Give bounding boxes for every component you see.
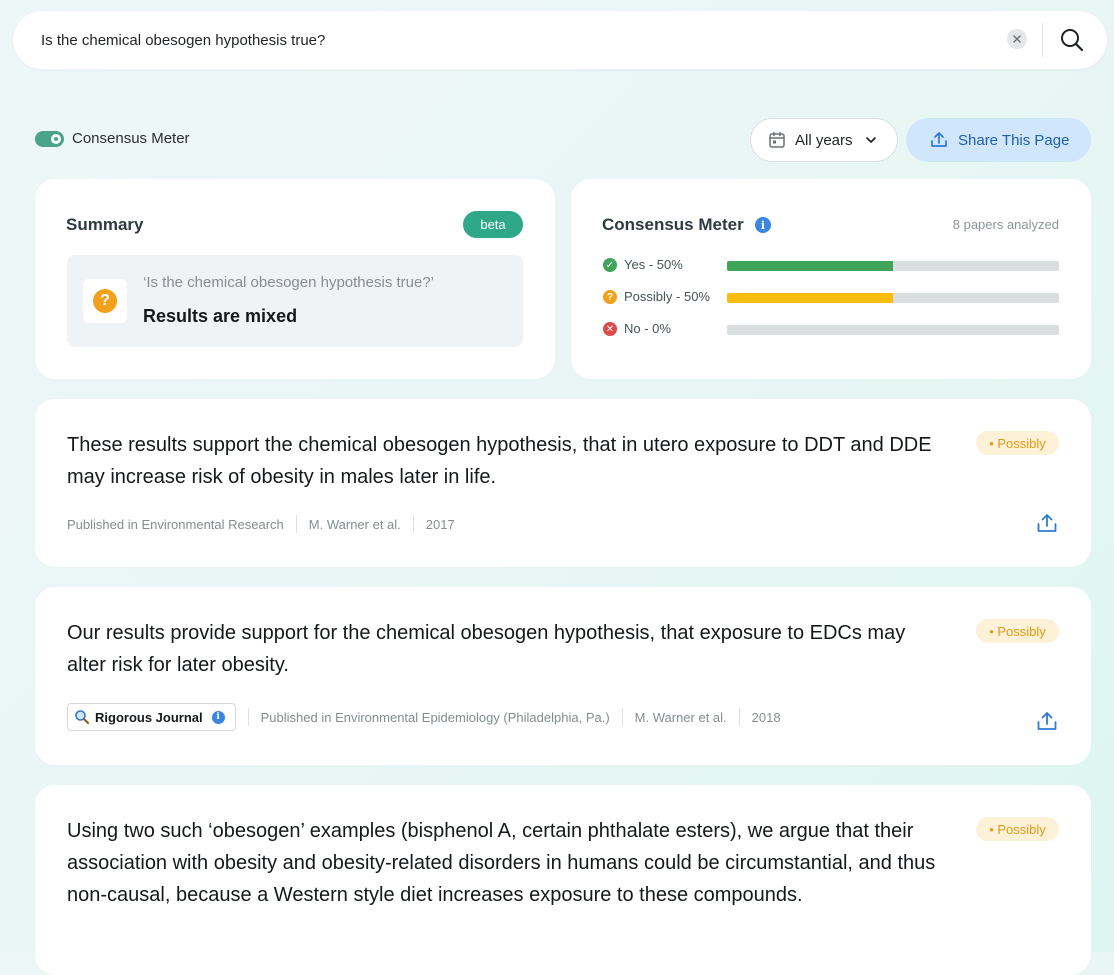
chevron-down-icon [865,137,876,143]
summary-card: Summary beta ? ‘Is the chemical obesogen… [35,179,555,379]
meter-row-yes: ✓ Yes - 50% [603,257,1059,273]
consensus-meter-toggle-row: Consensus Meter [35,130,190,147]
check-icon: ✓ [603,258,617,272]
summary-result: Results are mixed [143,306,298,326]
question-icon: ? [93,289,117,313]
meter-track-yes [727,261,1059,271]
meter-label-yes: Yes - 50% [624,257,683,272]
rigorous-journal-chip[interactable]: Rigorous Journal i [67,703,236,731]
result-year: 2018 [751,709,781,725]
meter-label-no: No - 0% [624,321,671,336]
close-icon [1013,35,1021,43]
calendar-icon [769,131,785,148]
toggle-knob [51,133,61,144]
clear-search-button[interactable] [1007,29,1027,49]
result-journal: Published in Environmental Research [67,516,284,532]
meter-row-no: ✕ No - 0% [603,321,1059,337]
meter-fill-possibly [727,293,893,303]
meta-divider [621,708,623,726]
result-text: Using two such ‘obesogen’ examples (bisp… [67,820,936,906]
x-icon: ✕ [603,322,617,336]
years-filter-label: All years [795,131,853,149]
result-card[interactable]: Using two such ‘obesogen’ examples (bisp… [35,785,1091,975]
meta-divider [738,708,740,726]
share-icon [931,132,947,147]
result-year: 2017 [425,516,455,532]
consensus-meter-title: Consensus Meter [602,215,744,234]
search-divider [1042,23,1043,57]
search-input[interactable] [41,29,941,51]
meta-divider [412,515,414,533]
result-text: Our results provide support for the chem… [67,622,906,676]
meter-fill-yes [727,261,893,271]
share-icon [1037,514,1057,532]
magnifier-icon [75,710,90,725]
info-icon[interactable]: i [755,217,771,233]
possibly-badge: • Possibly [976,619,1059,643]
consensus-meter-toggle-label: Consensus Meter [72,130,190,147]
summary-icon-box: ? [83,279,127,323]
result-text: These results support the chemical obeso… [67,434,932,488]
question-icon: ? [603,290,617,304]
result-authors: M. Warner et al. [308,516,401,532]
possibly-badge: • Possibly [976,431,1059,455]
result-meta: Rigorous Journal i Published in Environm… [67,703,781,731]
rigorous-journal-label: Rigorous Journal [95,709,203,725]
consensus-meter-toggle[interactable] [35,130,64,147]
papers-analyzed-count: 8 papers analyzed [952,217,1059,232]
summary-question: ‘Is the chemical obesogen hypothesis tru… [143,274,435,291]
meter-track-possibly [727,293,1059,303]
possibly-badge: • Possibly [976,817,1059,841]
share-page-button[interactable]: Share This Page [906,118,1091,162]
summary-title: Summary [66,215,144,234]
consensus-meter-card: Consensus Meter i 8 papers analyzed ✓ Ye… [571,179,1091,379]
beta-badge: beta [463,211,523,238]
result-card[interactable]: These results support the chemical obeso… [35,399,1091,567]
search-button[interactable] [1059,27,1085,53]
summary-box: ? ‘Is the chemical obesogen hypothesis t… [67,255,523,347]
years-filter-dropdown[interactable]: All years [750,118,898,162]
share-result-button[interactable] [1035,511,1059,535]
meta-divider [247,708,249,726]
meta-divider [295,515,297,533]
result-card[interactable]: Our results provide support for the chem… [35,587,1091,765]
share-icon [1037,712,1057,730]
result-authors: M. Warner et al. [634,709,727,725]
info-icon[interactable]: i [211,710,225,724]
meter-label-possibly: Possibly - 50% [624,289,710,304]
result-meta: Published in Environmental Research M. W… [67,515,455,533]
share-page-label: Share This Page [958,131,1070,149]
search-bar [13,11,1107,69]
share-result-button[interactable] [1035,709,1059,733]
search-icon [1061,29,1084,52]
result-journal: Published in Environmental Epidemiology … [260,709,610,725]
meter-track-no [727,325,1059,335]
meter-row-possibly: ? Possibly - 50% [603,289,1059,305]
